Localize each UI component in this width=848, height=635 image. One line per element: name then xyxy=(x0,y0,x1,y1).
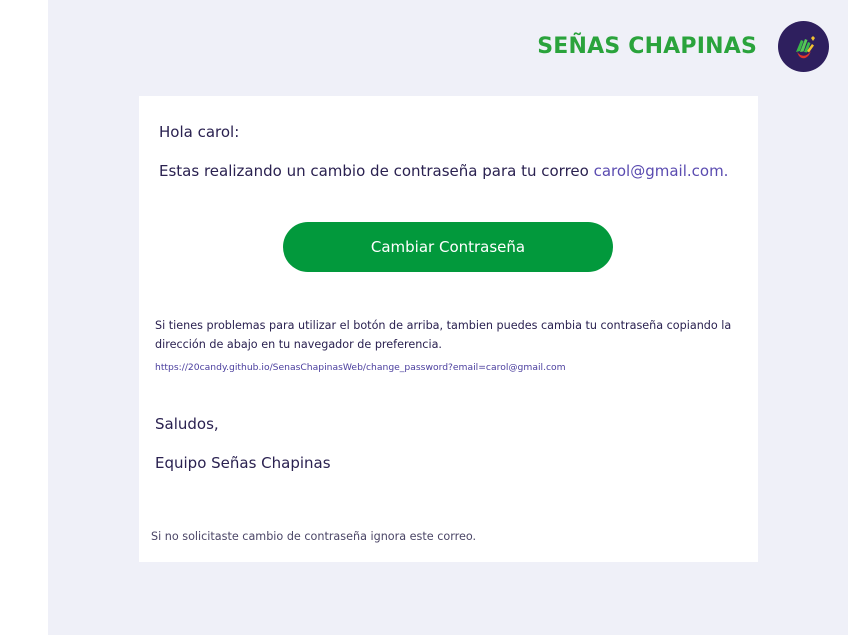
help-text: Si tienes problemas para utilizar el bot… xyxy=(155,319,732,351)
email-card: Hola carol: Estas realizando un cambio d… xyxy=(139,96,758,562)
hand-sign-logo-icon xyxy=(778,21,829,72)
change-password-button[interactable]: Cambiar Contraseña xyxy=(283,222,613,272)
signature: Equipo Señas Chapinas xyxy=(155,454,331,472)
brand-title: SEÑAS CHAPINAS xyxy=(537,34,757,59)
recipient-email: carol@gmail.com. xyxy=(593,162,729,180)
change-password-link[interactable]: https://20candy.github.io/SenasChapinasW… xyxy=(155,362,566,373)
footnote: Si no solicitaste cambio de contraseña i… xyxy=(151,530,477,543)
intro-text: Estas realizando un cambio de contraseña… xyxy=(159,162,728,180)
intro-message: Estas realizando un cambio de contraseña… xyxy=(159,162,594,180)
greeting: Hola carol: xyxy=(159,123,240,141)
page: SEÑAS CHAPINAS Hola carol: Estas realiza… xyxy=(0,0,848,635)
closing-text: Saludos, xyxy=(155,415,219,433)
logo-graphic xyxy=(795,35,815,58)
